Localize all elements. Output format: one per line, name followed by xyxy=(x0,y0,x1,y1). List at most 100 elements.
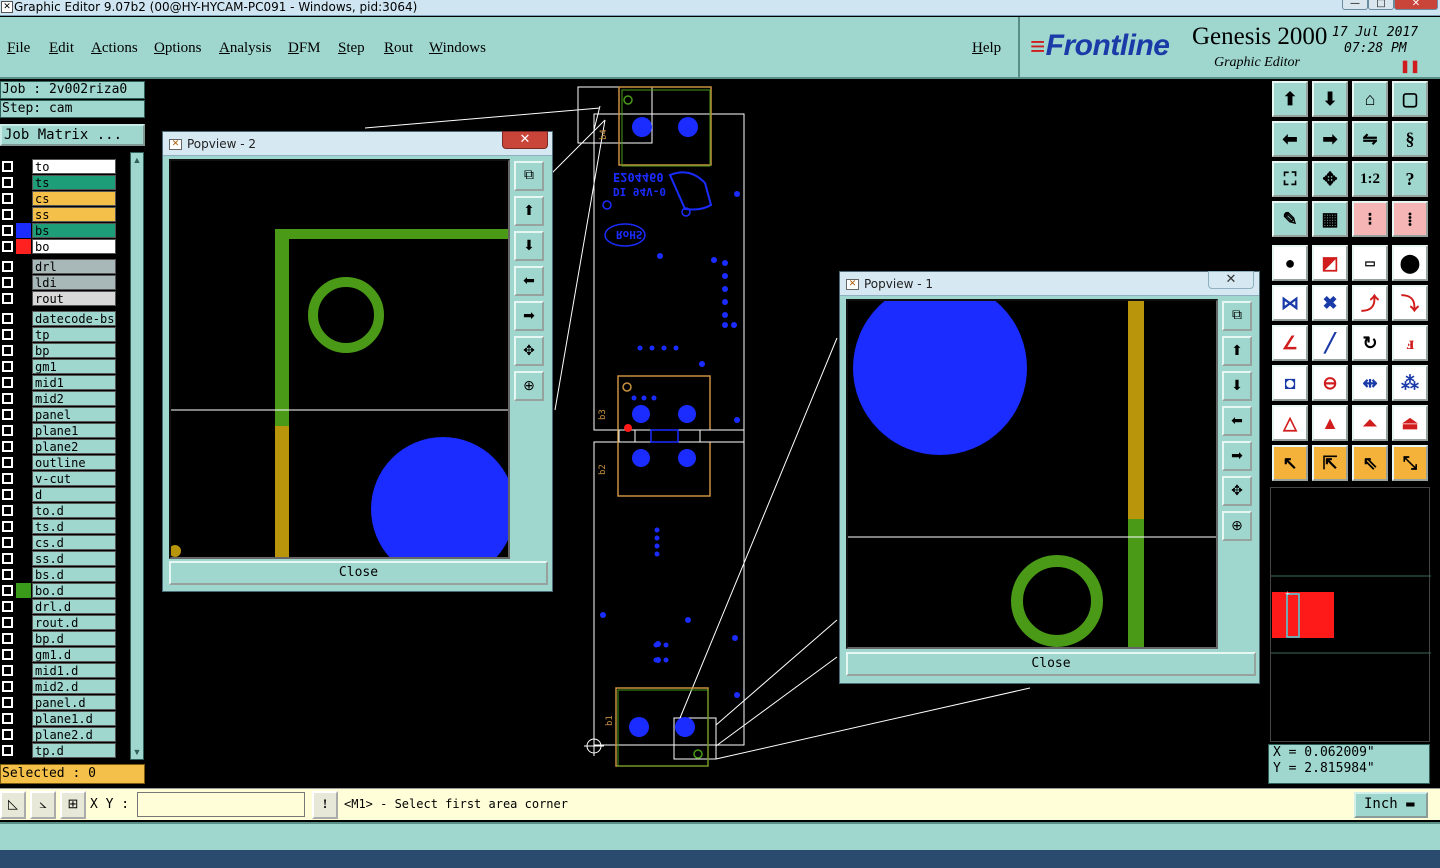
snap-icon[interactable]: ◺ xyxy=(0,791,26,819)
layer-name[interactable]: v-cut xyxy=(32,471,116,486)
left-arrow-icon[interactable]: ⬅ xyxy=(514,266,544,296)
layer-name[interactable]: tp.d xyxy=(32,743,116,758)
minimize-button[interactable]: — xyxy=(1342,0,1368,10)
layer-name[interactable]: ts.d xyxy=(32,519,116,534)
layer-name[interactable]: mid2 xyxy=(32,391,116,406)
polygon-up-icon[interactable]: ⏶ xyxy=(1352,405,1388,441)
layer-checkbox[interactable] xyxy=(2,713,13,724)
layer-row[interactable]: ss xyxy=(0,207,118,222)
menu-windows[interactable]: Windows xyxy=(429,40,486,57)
layer-checkbox[interactable] xyxy=(2,161,13,172)
layer-checkbox[interactable] xyxy=(2,193,13,204)
center-icon[interactable]: ✥ xyxy=(1312,161,1348,197)
layer-name[interactable]: bp.d xyxy=(32,631,116,646)
layer-checkbox[interactable] xyxy=(2,745,13,756)
layer-name[interactable]: drl.d xyxy=(32,599,116,614)
layer-name[interactable]: outline xyxy=(32,455,116,470)
layer-row[interactable]: plane2 xyxy=(0,439,118,454)
layer-name[interactable]: datecode-bs xyxy=(32,311,116,326)
layer-row[interactable]: v-cut xyxy=(0,471,118,486)
up-arrow-icon[interactable]: ⬆ xyxy=(1222,336,1252,366)
layer-row[interactable]: mid1 xyxy=(0,375,118,390)
pan-icon[interactable]: ⧉ xyxy=(514,161,544,191)
layer-row[interactable]: rout.d xyxy=(0,615,118,630)
layer-row[interactable]: plane1.d xyxy=(0,711,118,726)
help-icon[interactable]: ? xyxy=(1392,161,1428,197)
layer-checkbox[interactable] xyxy=(2,697,13,708)
menu-rout[interactable]: Rout xyxy=(384,40,413,57)
layer-view-icon[interactable]: ⁝ xyxy=(1352,201,1388,237)
layer-name[interactable]: bo xyxy=(32,239,116,254)
pad-edit-icon[interactable]: ◘ xyxy=(1272,365,1308,401)
layer-name[interactable]: bp xyxy=(32,343,116,358)
pan-icon[interactable]: ⧉ xyxy=(1222,301,1252,331)
layer-row[interactable]: cs xyxy=(0,191,118,206)
layer-checkbox[interactable] xyxy=(2,601,13,612)
maximize-button[interactable]: □ xyxy=(1368,0,1394,10)
layer-name[interactable]: panel.d xyxy=(32,695,116,710)
resize-icon[interactable]: ⇹ xyxy=(1352,365,1388,401)
layer-checkbox[interactable] xyxy=(2,633,13,644)
add-line-icon[interactable]: ◩ xyxy=(1312,245,1348,281)
zoom-down-icon[interactable]: ⬇ xyxy=(1312,81,1348,117)
layer-name[interactable]: d xyxy=(32,487,116,502)
layer-checkbox[interactable] xyxy=(2,409,13,420)
layer-checkbox[interactable] xyxy=(2,729,13,740)
add-pad-icon[interactable]: ● xyxy=(1272,245,1308,281)
layer-name[interactable]: mid2.d xyxy=(32,679,116,694)
layer-row[interactable]: panel.d xyxy=(0,695,118,710)
connect-icon[interactable]: ⋈ xyxy=(1272,285,1308,321)
layer-checkbox[interactable] xyxy=(2,329,13,340)
arc-icon[interactable]: ↻ xyxy=(1352,325,1388,361)
layer-name[interactable]: plane2.d xyxy=(32,727,116,742)
delete-cross-icon[interactable]: ✖ xyxy=(1312,285,1348,321)
popview-2-canvas[interactable] xyxy=(169,159,510,559)
layer-name[interactable]: rout.d xyxy=(32,615,116,630)
xy-input[interactable] xyxy=(137,792,305,817)
overview-minimap[interactable]: + xyxy=(1270,487,1431,742)
layer-row[interactable]: gm1.d xyxy=(0,647,118,662)
layer-checkbox[interactable] xyxy=(2,361,13,372)
grid-icon[interactable]: ▦ xyxy=(1312,201,1348,237)
menu-step[interactable]: Step xyxy=(338,40,365,57)
layer-row[interactable]: drl xyxy=(0,259,118,274)
scroll-up-icon[interactable]: ▲ xyxy=(132,155,142,165)
fit-icon[interactable]: ✥ xyxy=(1222,476,1252,506)
layer-checkbox[interactable] xyxy=(2,681,13,692)
right-arrow-icon[interactable]: ➡ xyxy=(514,301,544,331)
unit-selector[interactable]: Inch ▬ xyxy=(1354,792,1428,818)
layer-name[interactable]: mid1 xyxy=(32,375,116,390)
layer-checkbox[interactable] xyxy=(2,521,13,532)
popview-2-close-button[interactable]: Close xyxy=(169,561,548,585)
popview-2-close-x[interactable]: ✕ xyxy=(502,131,548,149)
one-to-one-icon[interactable]: 1:2 xyxy=(1352,161,1388,197)
layer-row[interactable]: mid1.d xyxy=(0,663,118,678)
layer-row[interactable]: ts.d xyxy=(0,519,118,534)
layer-checkbox[interactable] xyxy=(2,241,13,252)
right-arrow-icon[interactable]: ➡ xyxy=(1222,441,1252,471)
zoom-swap-icon[interactable]: ⇋ xyxy=(1352,121,1388,157)
menu-edit[interactable]: Edit xyxy=(49,40,74,57)
fit-screen-icon[interactable]: ⛶ xyxy=(1272,161,1308,197)
polygon-icon[interactable]: △ xyxy=(1272,405,1308,441)
zoom-area-icon[interactable]: ▢ xyxy=(1392,81,1428,117)
polygon-edit-icon[interactable]: ⏏ xyxy=(1392,405,1428,441)
cluster-icon[interactable]: ⁂ xyxy=(1392,365,1428,401)
layer-row[interactable]: bs.d xyxy=(0,567,118,582)
layer-checkbox[interactable] xyxy=(2,585,13,596)
layer-row[interactable]: d xyxy=(0,487,118,502)
layer-name[interactable]: plane2 xyxy=(32,439,116,454)
layer-name[interactable]: tp xyxy=(32,327,116,342)
layer-row[interactable]: rout xyxy=(0,291,118,306)
layer-row[interactable]: mid2.d xyxy=(0,679,118,694)
layer-name[interactable]: drl xyxy=(32,259,116,274)
layer-checkbox[interactable] xyxy=(2,277,13,288)
layer-row[interactable]: ldi xyxy=(0,275,118,290)
measure-angle-icon[interactable]: ⦣ xyxy=(30,791,56,819)
select-region-icon[interactable]: ⬤ xyxy=(1392,245,1428,281)
select-arrow-icon[interactable]: ↖ xyxy=(1272,445,1308,481)
left-arrow-icon[interactable]: ⬅ xyxy=(1222,406,1252,436)
fit-icon[interactable]: ✥ xyxy=(514,336,544,366)
menu-analysis[interactable]: Analysis xyxy=(219,40,272,57)
layer-checkbox[interactable] xyxy=(2,425,13,436)
